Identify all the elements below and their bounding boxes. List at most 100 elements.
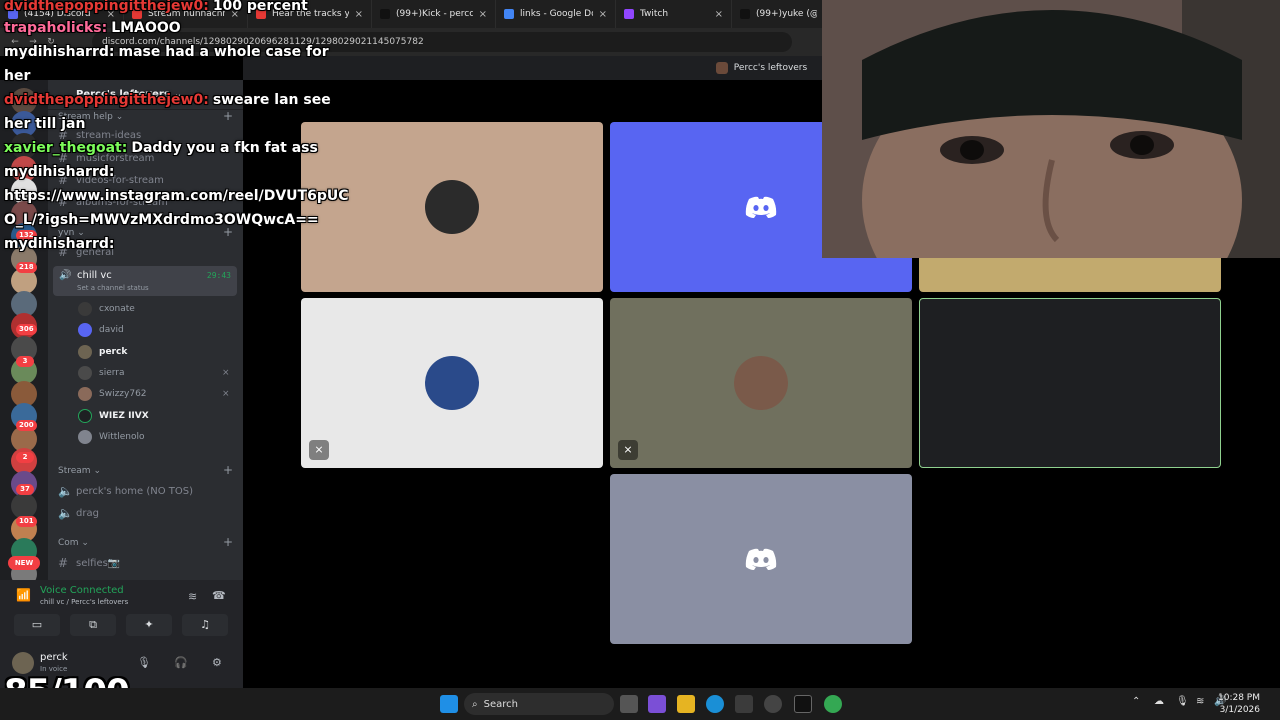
voice-member[interactable]: cxonate	[78, 300, 135, 318]
video-tile[interactable]	[301, 122, 603, 292]
voice-connected-label[interactable]: Voice Connected	[40, 585, 124, 596]
voice-timer: 29:43	[206, 271, 231, 280]
member-name: Swizzy762	[99, 389, 147, 400]
voice-channel-status[interactable]: Set a channel status	[77, 284, 149, 292]
category-com[interactable]: Com ⌄	[58, 538, 89, 548]
chrome-icon[interactable]	[824, 695, 842, 713]
task-view-icon[interactable]	[620, 695, 638, 713]
speaker-icon: 🔈	[58, 484, 73, 498]
signal-icon[interactable]: 📶	[16, 588, 31, 602]
video-tile[interactable]	[919, 298, 1221, 468]
avatar	[78, 408, 92, 423]
muted-mic-icon: ⨯	[618, 440, 638, 460]
muted-mic-icon: ⨯	[309, 440, 329, 460]
copilot-icon[interactable]	[648, 695, 666, 713]
avatar	[734, 356, 788, 410]
headphones-icon[interactable]: 🎧	[174, 656, 188, 669]
chat-message: O_L/?igsh=MWVzMXdrdmo3OWQwcA==	[4, 212, 319, 228]
settings-gear-icon[interactable]: ⚙	[212, 656, 222, 669]
chat-username: mydihisharrd:	[4, 164, 115, 180]
webcam-face-image	[822, 0, 1280, 258]
noise-suppression-icon[interactable]: ≋	[188, 590, 197, 603]
onedrive-icon[interactable]: ☁	[1154, 696, 1164, 707]
voice-member[interactable]: Wittlenolo	[78, 428, 145, 446]
clock-time: 10:28 PM	[1218, 693, 1260, 703]
microphone-icon[interactable]: 🎙	[1176, 696, 1189, 707]
chevron-up-icon[interactable]: ⌃	[1132, 696, 1140, 707]
disconnect-icon[interactable]: ☎	[212, 589, 226, 602]
file-explorer-icon[interactable]	[677, 695, 695, 713]
store-icon[interactable]	[735, 695, 753, 713]
browser-tab[interactable]: Twitch ×	[616, 0, 732, 28]
member-name: david	[99, 325, 124, 336]
channel-perck-home[interactable]: 🔈 perck's home (NO TOS)	[58, 484, 193, 498]
video-tile[interactable]	[610, 474, 912, 644]
activities-button[interactable]: ✦	[126, 614, 172, 636]
avatar	[78, 365, 92, 380]
camera-off-icon: ▭	[31, 618, 43, 631]
close-icon[interactable]: ×	[479, 9, 487, 20]
chat-message: mydihisharrd: mase had a whole case for	[4, 44, 329, 60]
avatar	[78, 387, 92, 402]
taskbar-search[interactable]: ⌕ Search	[464, 693, 614, 715]
screen-share-button[interactable]: ⧉	[70, 614, 116, 636]
unread-badge: 306	[16, 324, 37, 335]
chat-username: dvidthepoppingitthejew0:	[4, 0, 209, 14]
chat-message: her	[4, 68, 30, 84]
browser-tab[interactable]: (99+)Kick - percck ×	[372, 0, 496, 28]
chat-text: LMAOOO	[111, 20, 181, 36]
close-icon[interactable]: ×	[355, 9, 363, 20]
unread-badge: 3	[16, 356, 34, 367]
voice-member[interactable]: Swizzy762 ⨯	[78, 385, 230, 403]
browser-tab[interactable]: links - Google Docs ×	[496, 0, 616, 28]
discord-logo-icon	[745, 548, 777, 570]
start-icon[interactable]	[440, 695, 458, 713]
avatar	[425, 356, 479, 410]
video-tile[interactable]: ⨯	[610, 298, 912, 468]
server-icon	[715, 62, 728, 74]
obs-icon[interactable]	[764, 695, 782, 713]
channel-drag[interactable]: 🔈 drag	[58, 506, 99, 520]
close-icon[interactable]: ×	[715, 9, 723, 20]
voice-location[interactable]: chill vc / Percc's leftovers	[40, 598, 128, 606]
tab-title: Twitch	[640, 9, 669, 19]
edge-icon[interactable]	[706, 695, 724, 713]
close-icon[interactable]: ×	[599, 9, 607, 20]
unread-badge: 101	[16, 516, 37, 527]
webcam-overlay	[822, 0, 1280, 258]
add-channel-icon[interactable]: +	[223, 463, 233, 477]
soundboard-icon: ♫	[200, 618, 210, 631]
video-tile[interactable]: ⨯	[301, 298, 603, 468]
member-name: perck	[99, 346, 128, 357]
chat-message: mydihisharrd:	[4, 236, 118, 252]
avatar[interactable]	[12, 652, 34, 674]
voice-member[interactable]: WIEZ IIVX	[78, 407, 149, 425]
add-channel-icon[interactable]: +	[223, 535, 233, 549]
camera-button[interactable]: ▭	[14, 614, 60, 636]
member-name: sierra	[99, 367, 125, 378]
unread-badge: 218	[16, 262, 37, 273]
tab-title: (99+)Kick - percck	[396, 9, 473, 19]
new-badge: NEW	[8, 556, 40, 570]
speaker-icon: 🔈	[58, 506, 73, 520]
capcut-icon[interactable]	[794, 695, 812, 713]
wifi-icon[interactable]: ≋	[1196, 696, 1204, 707]
system-clock[interactable]: 10:28 PM 3/1/2026	[1218, 692, 1260, 716]
stream-chat-overlay: dvidthepoppingitthejew0: 100 percent trapa…	[0, 0, 348, 260]
soundboard-button[interactable]: ♫	[182, 614, 228, 636]
voice-member[interactable]: perck	[78, 343, 127, 361]
channel-selfies[interactable]: # selfies📷	[58, 556, 120, 570]
tab-favicon-icon	[740, 9, 750, 19]
tab-title: links - Google Docs	[520, 9, 593, 19]
chat-message: trapaholicks: LMAOOO	[4, 20, 181, 36]
chat-username: xavier_thegoat:	[4, 140, 128, 156]
chat-text: her till jan	[4, 116, 86, 132]
category-stream[interactable]: Stream ⌄	[58, 466, 101, 476]
microphone-icon[interactable]: 🎙	[137, 656, 151, 669]
voice-member[interactable]: sierra ⨯	[78, 364, 230, 382]
chat-message: her till jan	[4, 116, 85, 132]
chat-message: mydihisharrd:	[4, 164, 118, 180]
voice-member[interactable]: david	[78, 321, 124, 339]
voice-channel-chill-vc[interactable]: 🔊 chill vc Set a channel status 29:43	[53, 266, 237, 296]
discord-logo-icon	[745, 196, 777, 218]
